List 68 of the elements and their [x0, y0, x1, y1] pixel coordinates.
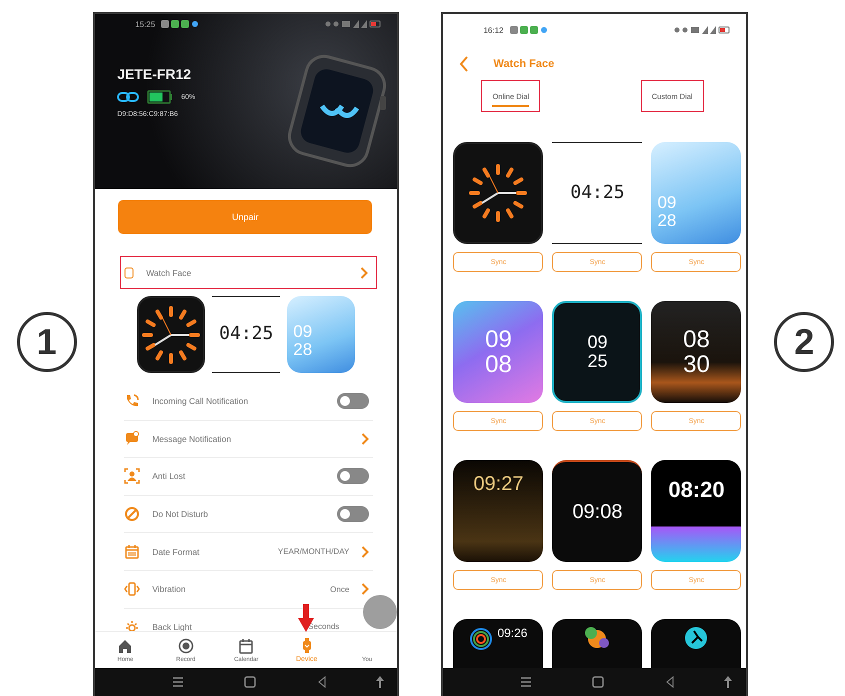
chevron-icon[interactable] [360, 266, 368, 278]
record-icon [178, 638, 194, 654]
analog-watch-face[interactable] [453, 142, 544, 244]
toggle-switch[interactable] [337, 468, 370, 484]
row-label: Watch Face [146, 268, 192, 278]
face-time: 09:26 [497, 627, 528, 640]
person-frame-icon [124, 468, 140, 484]
device-name: JETE-FR12 [117, 66, 192, 82]
status-icons-drawing [325, 20, 382, 28]
digital-watch-face[interactable]: 04:25 [212, 296, 280, 373]
setting-label: Do Not Disturb [152, 509, 208, 520]
unpair-button[interactable]: Unpair [118, 200, 372, 234]
setting-label: Anti Lost [152, 471, 186, 482]
setting-value: Once [330, 584, 350, 594]
link-icon [117, 91, 140, 103]
setting-label: Vibration [152, 584, 186, 594]
face-time: 09:08 [571, 502, 624, 522]
watch-face-row[interactable]: Watch Face [120, 256, 378, 289]
status-time: 16:12 [483, 26, 504, 34]
digital-watch-face[interactable]: 08:20 [651, 460, 742, 562]
face-time: 09 28 [293, 323, 314, 359]
digital-watch-face[interactable]: 08 30 [651, 301, 742, 403]
battery-icon [147, 90, 174, 104]
chevron-icon[interactable] [361, 583, 370, 596]
clock-hands-drawing [468, 163, 528, 223]
status-time: 15:25 [135, 20, 156, 28]
vibration-icon [124, 581, 140, 598]
setting-label: Date Format [152, 546, 200, 557]
face-time: 08 30 [682, 326, 711, 378]
setting-label: Incoming Call Notification [152, 396, 248, 406]
notification-icons-drawing [510, 26, 550, 34]
chat-bubble-icon [124, 430, 140, 447]
avatar-circle[interactable] [363, 595, 398, 629]
face-time: 09 25 [586, 333, 608, 371]
chevron-icon[interactable] [361, 432, 370, 445]
clock-hands-drawing [141, 304, 202, 364]
system-nav-bar[interactable] [95, 668, 398, 696]
digital-watch-face[interactable]: 09:26 [453, 619, 544, 668]
digital-watch-face[interactable]: 09 25 [552, 301, 642, 403]
face-time: 09 28 [657, 194, 678, 230]
setting-value: Seconds [308, 622, 340, 631]
toggle-switch[interactable] [337, 506, 370, 522]
digital-watch-face[interactable]: 04:25 [552, 142, 642, 244]
step-number: 2 [774, 312, 834, 372]
setting-label: Message Notification [152, 434, 232, 444]
chevron-icon[interactable] [361, 546, 370, 558]
sun-icon [124, 618, 140, 631]
toggle-switch[interactable] [337, 393, 370, 410]
screen-title: Watch Face [493, 58, 554, 70]
face-time: 09 08 [484, 326, 513, 378]
calendar-icon [124, 544, 140, 560]
step-number: 1 [16, 312, 77, 372]
setting-value: YEAR/MONTH/DAY [278, 547, 350, 556]
face-time: 04:25 [219, 325, 274, 344]
digital-watch-face[interactable]: 09:27 [453, 460, 544, 562]
face-time: 08:20 [668, 478, 725, 502]
digital-watch-face[interactable]: 09:08 [552, 460, 642, 562]
back-icon[interactable] [459, 56, 470, 72]
status-icons-drawing [674, 26, 730, 34]
activity-rings-icon [469, 627, 494, 651]
home-icon [117, 638, 134, 654]
calendar-icon [238, 638, 254, 654]
analog-watch-face[interactable] [137, 296, 206, 373]
face-time: 09:27 [472, 474, 524, 495]
watch-icon [124, 266, 134, 280]
no-entry-icon [124, 506, 140, 522]
digital-watch-face[interactable]: 09 08 [453, 301, 544, 403]
face-time: 04:25 [570, 184, 625, 202]
